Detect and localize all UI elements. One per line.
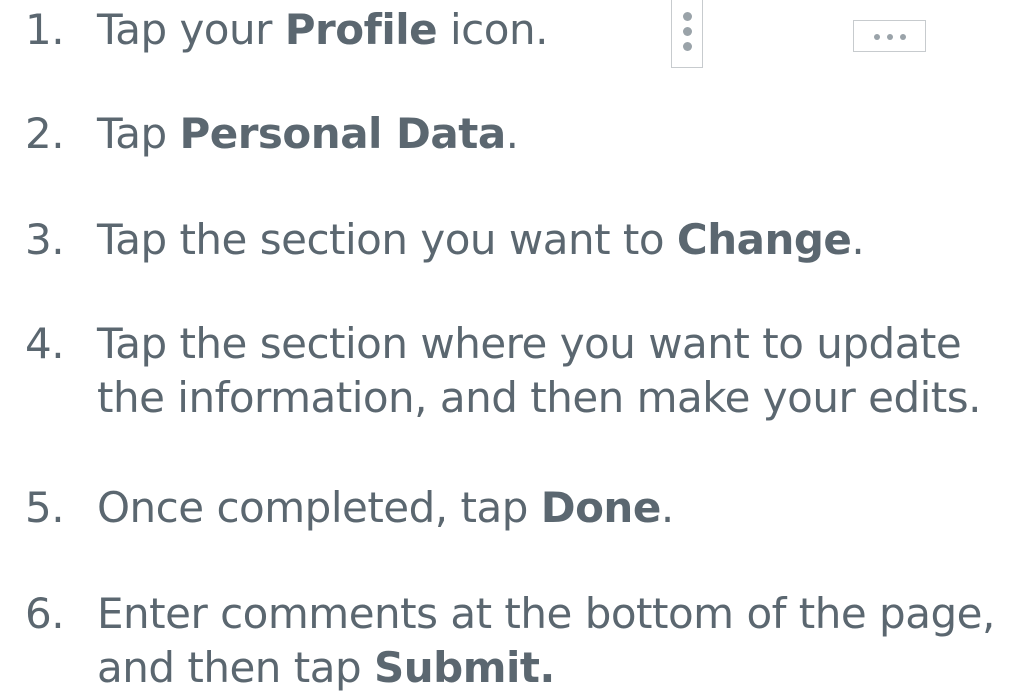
kebab-dot bbox=[683, 27, 692, 36]
more-dot bbox=[900, 34, 906, 40]
step-text: Tap the section you want to Change. bbox=[97, 215, 865, 264]
step-text: Enter comments at the bottom of the page… bbox=[97, 589, 995, 638]
step-text: Tap your Profile icon. bbox=[97, 5, 548, 54]
step-number: 3. bbox=[25, 215, 65, 264]
ui-term-change: Change bbox=[676, 215, 852, 264]
step-text: Tap Personal Data. bbox=[97, 109, 519, 158]
more-vertical-icon bbox=[671, 0, 703, 68]
step-number: 4. bbox=[25, 319, 65, 368]
step-text-continued: the information, and then make your edit… bbox=[97, 373, 981, 422]
step-number: 2. bbox=[25, 109, 65, 158]
ui-term-profile: Profile bbox=[284, 5, 438, 54]
more-dot bbox=[887, 34, 893, 40]
ui-term-submit: Submit. bbox=[373, 643, 555, 692]
ui-term-personal-data: Personal Data bbox=[179, 109, 506, 158]
step-number: 1. bbox=[25, 5, 65, 54]
step-text: Once completed, tap Done. bbox=[97, 483, 674, 532]
kebab-dot bbox=[683, 42, 692, 51]
step-text: Tap the section where you want to update bbox=[97, 319, 962, 368]
more-dot bbox=[874, 34, 880, 40]
step-number: 5. bbox=[25, 483, 65, 532]
step-number: 6. bbox=[25, 589, 65, 638]
ui-term-done: Done bbox=[540, 483, 662, 532]
step-text-continued: and then tap Submit. bbox=[97, 643, 555, 692]
instruction-document: 1. Tap your Profile icon. 2. Tap Persona… bbox=[0, 0, 1033, 695]
kebab-dot bbox=[683, 12, 692, 21]
more-horizontal-icon bbox=[853, 20, 926, 52]
